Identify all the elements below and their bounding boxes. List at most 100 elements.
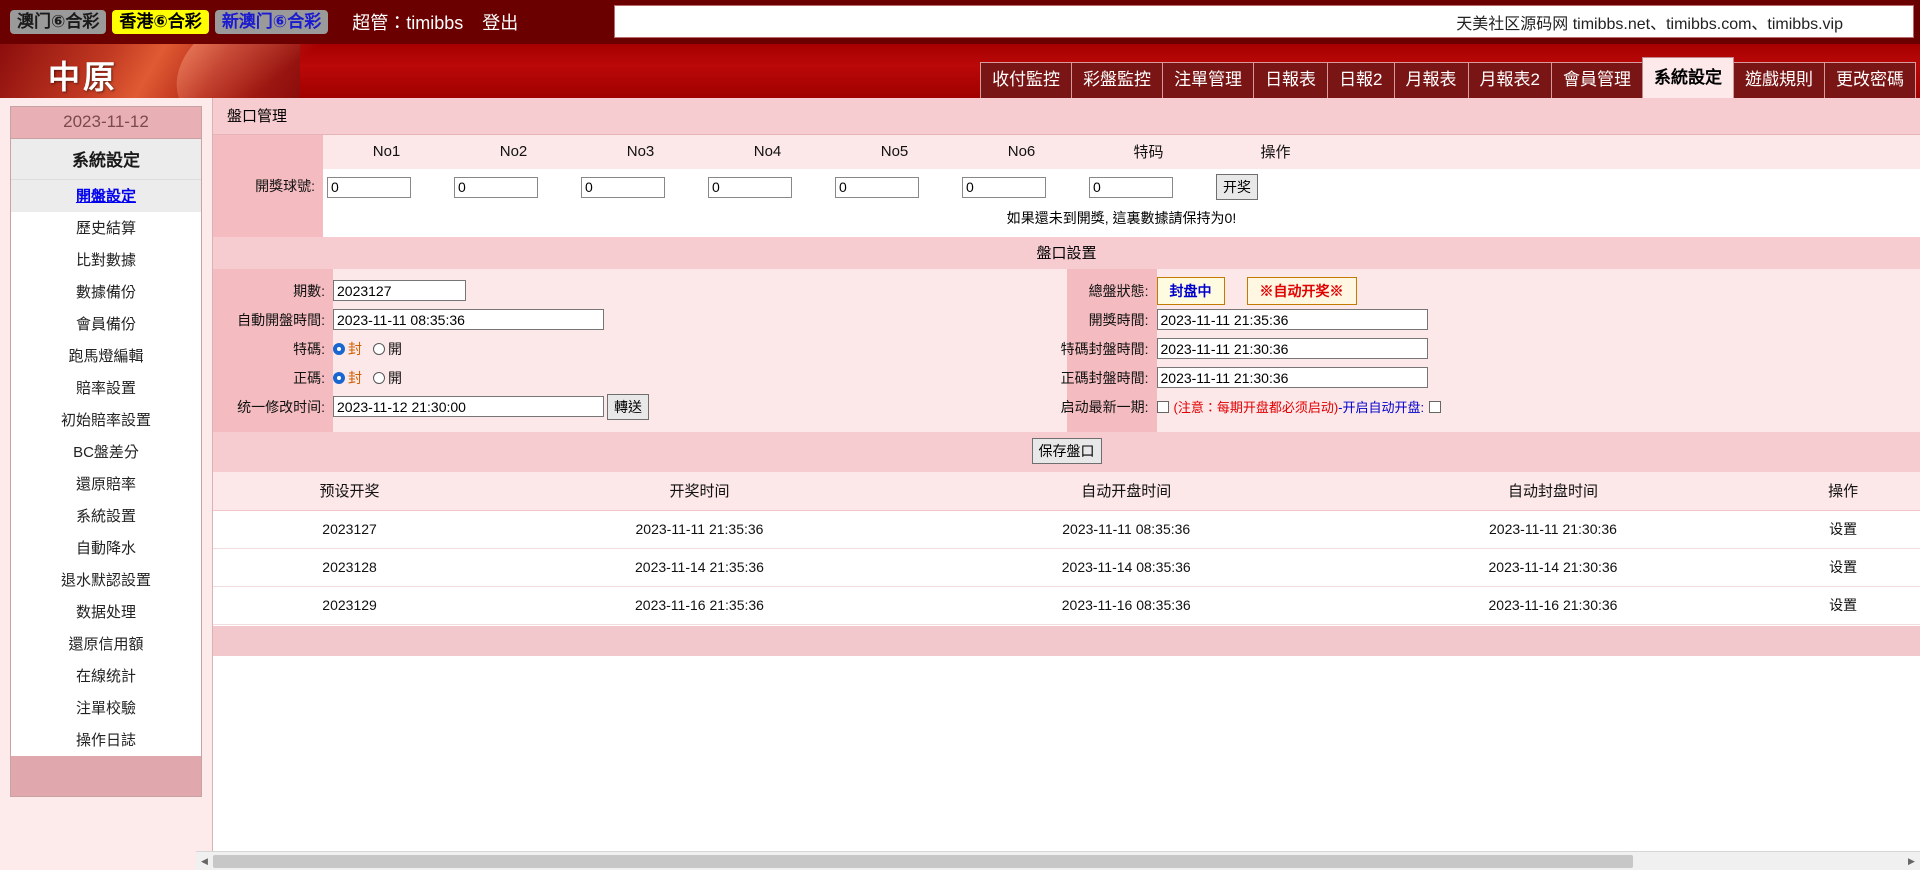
scrollbar-track[interactable] — [213, 852, 1903, 870]
cell-auto-close: 2023-11-14 21:30:36 — [1339, 548, 1767, 587]
cell-draw-time: 2023-11-11 21:35:36 — [486, 510, 913, 549]
draw-input-no5[interactable] — [835, 176, 919, 198]
nav-tab-monthly-report-2[interactable]: 月報表2 — [1467, 61, 1552, 98]
normal-code-closed-radio[interactable] — [333, 371, 345, 384]
draw-input-special[interactable] — [1089, 176, 1173, 198]
sidebar-item-online-statistics[interactable]: 在線统計 — [11, 660, 201, 692]
special-code-open-label: 開 — [388, 340, 402, 357]
sidebar-item-compare-data[interactable]: 比對數據 — [11, 244, 201, 276]
sidebar-item-history-settlement[interactable]: 歷史結算 — [11, 212, 201, 244]
auto-draw-button[interactable]: ※自动开奖※ — [1246, 276, 1357, 305]
board-state-button[interactable]: 封盘中 — [1156, 276, 1225, 305]
sidebar-item-bet-verification[interactable]: 注單校驗 — [11, 692, 201, 724]
transfer-button[interactable]: 轉送 — [607, 393, 649, 420]
sidebar-item-open-board-settings[interactable]: 開盤設定 — [11, 180, 201, 212]
draw-input-no4[interactable] — [708, 176, 792, 198]
draw-col-no5: No5 — [880, 143, 909, 160]
sidebar-item-odds-settings[interactable]: 賠率設置 — [11, 372, 201, 404]
draw-input-no6[interactable] — [962, 176, 1046, 198]
nav-tab-member-management[interactable]: 會員管理 — [1551, 61, 1643, 98]
special-code-closed-radio[interactable] — [333, 342, 345, 355]
row-settings-link[interactable]: 设置 — [1766, 510, 1920, 549]
nav-tab-game-rules[interactable]: 遊戲規則 — [1733, 61, 1825, 98]
sidebar-item-restore-credit[interactable]: 還原信用額 — [11, 628, 201, 660]
nav-tab-daily-report-2[interactable]: 日報2 — [1327, 61, 1395, 98]
nav-tab-payment-monitor[interactable]: 收付監控 — [980, 61, 1073, 98]
field-row-start-latest: (注意：每期开盘都必须启动) -开启自动开盘: — [1156, 394, 1920, 419]
col-auto-open-time: 自动开盘时间 — [912, 472, 1340, 511]
sidebar-item-data-backup[interactable]: 數據備份 — [11, 276, 201, 308]
logo-decoration — [0, 44, 300, 98]
sidebar-item-marquee-edit[interactable]: 跑馬燈編輯 — [11, 340, 201, 372]
nav-tab-daily-report[interactable]: 日報表 — [1253, 61, 1329, 98]
save-band: 保存盤口 — [213, 432, 1920, 472]
draw-hint-row: 如果還未到開獎, 這裏數據請保持为0! — [213, 206, 1920, 237]
scrollbar-thumb[interactable] — [213, 854, 1633, 868]
nav-tab-board-monitor[interactable]: 彩盤監控 — [1071, 61, 1164, 98]
draw-body: No1 No2 No3 No4 No5 No6 特码 操作 0 0 0 0 0 … — [323, 135, 1920, 206]
nav-tab-monthly-report[interactable]: 月報表 — [1393, 61, 1469, 98]
cell-period: 2023127 — [213, 510, 487, 549]
scroll-right-arrow-icon[interactable]: ▶ — [1903, 852, 1920, 870]
cell-auto-close: 2023-11-16 21:30:36 — [1339, 586, 1767, 625]
draw-cell-no5 — [831, 176, 958, 198]
draw-input-no1[interactable] — [327, 176, 411, 198]
sidebar-item-initial-odds-settings[interactable]: 初始賠率設置 — [11, 404, 201, 436]
horizontal-scrollbar[interactable]: ◀ ▶ — [196, 851, 1920, 870]
draw-col-special: 特码 — [1133, 144, 1164, 161]
cell-auto-close: 2023-11-11 21:30:36 — [1339, 510, 1767, 549]
draw-cell-action: 开奖 — [1212, 174, 1339, 200]
nav-tab-change-password[interactable]: 更改密碼 — [1824, 61, 1916, 98]
period-input[interactable] — [333, 280, 466, 301]
draw-input-no2[interactable] — [454, 176, 538, 198]
notice-marquee-box: 天美社区源码网 timibbs.net、timibbs.com、timibbs.… — [614, 5, 1914, 38]
sidebar-item-auto-water-drop[interactable]: 自動降水 — [11, 532, 201, 564]
admin-name-label: 超管：timibbs — [352, 13, 464, 33]
start-latest-checkbox[interactable] — [1156, 400, 1169, 413]
sidebar-item-rebate-default-settings[interactable]: 退水默認設置 — [11, 564, 201, 596]
normal-code-open-radio[interactable] — [373, 371, 385, 384]
game-tab-new-macau[interactable]: 新澳门⑥合彩 — [214, 9, 329, 35]
normal-code-open-label: 開 — [388, 369, 402, 386]
cell-draw-time: 2023-11-14 21:35:36 — [486, 548, 913, 587]
row-settings-link[interactable]: 设置 — [1766, 548, 1920, 587]
logout-link[interactable]: 登出 — [482, 13, 518, 33]
draw-hint-spacer — [213, 206, 323, 237]
nav-tab-system-settings[interactable]: 系統設定 — [1642, 56, 1734, 98]
sidebar-item-restore-odds[interactable]: 還原賠率 — [11, 468, 201, 500]
scroll-left-arrow-icon[interactable]: ◀ — [196, 852, 213, 870]
game-tab-hongkong[interactable]: 香港⑥合彩 — [112, 9, 209, 35]
special-close-time-input[interactable] — [1156, 338, 1428, 359]
table-row: 2023128 2023-11-14 21:35:36 2023-11-14 0… — [213, 548, 1920, 587]
field-row-normal-close — [1156, 365, 1920, 390]
main-content: 盤口管理 開獎球號: No1 No2 No3 No4 No5 No6 特码 操作 — [212, 98, 1920, 870]
save-board-button[interactable]: 保存盤口 — [1031, 438, 1102, 464]
game-tab-macau[interactable]: 澳门⑥合彩 — [10, 9, 107, 35]
draw-input-no3[interactable] — [581, 176, 665, 198]
draw-time-input[interactable] — [1156, 309, 1428, 330]
sidebar-item-system-settings[interactable]: 系統設置 — [11, 500, 201, 532]
table-row: 2023127 2023-11-11 21:35:36 2023-11-11 0… — [213, 510, 1920, 549]
unified-time-input[interactable] — [333, 396, 604, 417]
special-code-open-radio[interactable] — [373, 342, 385, 355]
auto-open-time-input[interactable] — [333, 309, 604, 330]
label-draw-time: 開獎時間: — [1088, 311, 1149, 328]
label-special-code: 特碼: — [293, 340, 325, 357]
field-row-unified-time: 轉送 — [333, 393, 1067, 420]
sidebar-item-data-processing[interactable]: 数据处理 — [11, 596, 201, 628]
auto-open-toggle-checkbox[interactable] — [1429, 400, 1442, 413]
sidebar-item-bc-board-diff[interactable]: BC盤差分 — [11, 436, 201, 468]
field-row-special-code: 封 開 — [333, 336, 1067, 361]
nav-tab-bet-management[interactable]: 注單管理 — [1162, 61, 1255, 98]
main-navigation: 收付監控 彩盤監控 注單管理 日報表 日報2 月報表 月報表2 會員管理 系統設… — [980, 56, 1916, 98]
sidebar-panel: 2023-11-12 系統設定 開盤設定 歷史結算 比對數據 數據備份 會員備份… — [10, 106, 202, 756]
top-bar: 澳门⑥合彩 香港⑥合彩 新澳门⑥合彩 超管：timibbs 登出 天美社区源码网… — [0, 0, 1920, 44]
special-code-closed-label: 封 — [348, 340, 362, 357]
row-settings-link[interactable]: 设置 — [1766, 586, 1920, 625]
page-body: 2023-11-12 系統設定 開盤設定 歷史結算 比對數據 數據備份 會員備份… — [0, 98, 1920, 870]
normal-close-time-input[interactable] — [1156, 367, 1428, 388]
sidebar-item-operation-log[interactable]: 操作日誌 — [11, 724, 201, 756]
game-type-tabs: 澳门⑥合彩 香港⑥合彩 新澳门⑥合彩 — [0, 9, 329, 35]
sidebar-item-member-backup[interactable]: 會員備份 — [11, 308, 201, 340]
draw-submit-button[interactable]: 开奖 — [1216, 174, 1258, 200]
